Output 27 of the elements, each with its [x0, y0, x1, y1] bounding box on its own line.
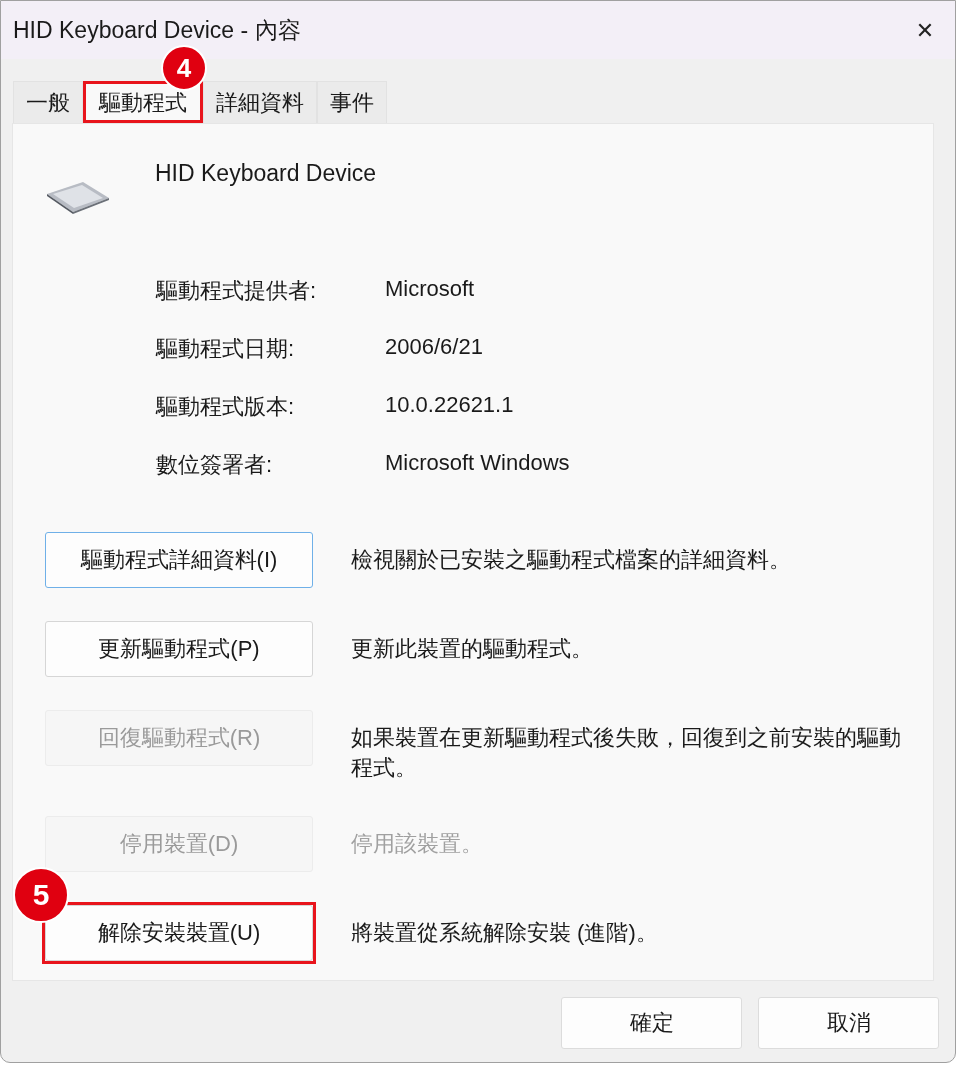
- tab[interactable]: 驅動程式: [86, 84, 200, 120]
- property-value: Microsoft: [385, 276, 476, 303]
- action-button[interactable]: 驅動程式詳細資料(I): [45, 532, 313, 588]
- action-description: 更新此裝置的驅動程式。: [351, 635, 593, 663]
- property-label: 驅動程式版本:: [156, 393, 296, 421]
- property-label: 驅動程式提供者:: [156, 277, 318, 305]
- action-description: 如果裝置在更新驅動程式後失敗，回復到之前安裝的驅動程式。: [351, 724, 902, 782]
- action-button[interactable]: 更新驅動程式(P): [45, 621, 313, 677]
- device-name: HID Keyboard Device: [155, 160, 377, 187]
- property-value: 2006/6/21: [385, 334, 484, 361]
- property-value: Microsoft Windows: [385, 450, 571, 477]
- close-button[interactable]: ✕: [905, 10, 945, 50]
- action-description: 檢視關於已安裝之驅動程式檔案的詳細資料。: [351, 546, 791, 574]
- action-description: 將裝置從系統解除安裝 (進階)。: [351, 919, 658, 947]
- dialog-button[interactable]: 取消: [758, 997, 939, 1049]
- keyboard-icon: [45, 180, 111, 214]
- tab[interactable]: 詳細資料: [203, 81, 317, 123]
- property-label: 驅動程式日期:: [156, 335, 296, 363]
- tab[interactable]: 事件: [317, 81, 387, 123]
- tab[interactable]: 一般: [13, 81, 83, 123]
- window-title: HID Keyboard Device - 內容: [13, 15, 301, 45]
- property-label: 數位簽署者:: [156, 451, 274, 479]
- action-button[interactable]: 解除安裝裝置(U): [45, 905, 313, 961]
- step-badge: 5: [13, 867, 69, 923]
- dialog-button[interactable]: 確定: [561, 997, 742, 1049]
- property-value: 10.0.22621.1: [385, 392, 515, 419]
- action-description: 停用該裝置。: [351, 830, 483, 858]
